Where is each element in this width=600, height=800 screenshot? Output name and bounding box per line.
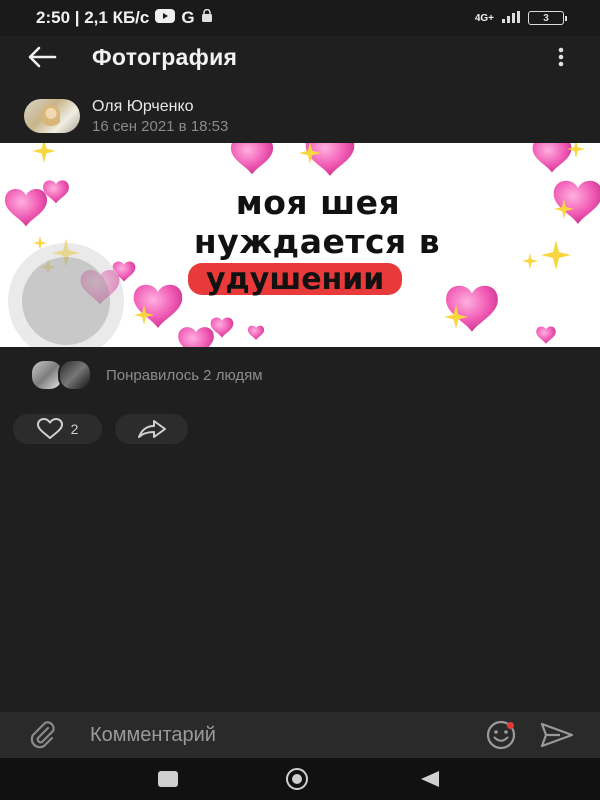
comment-bar [0,712,600,758]
system-nav-bar [0,758,600,800]
meme-text-line-1: моя шея [235,183,401,222]
comment-input[interactable] [88,722,452,748]
home-button[interactable] [286,768,308,790]
attach-button[interactable] [26,718,60,752]
share-button[interactable] [115,414,188,444]
app-bar: Фотография [0,36,600,78]
sparkle-icon [32,143,56,163]
paperclip-icon [30,721,55,749]
heart-icon [532,143,572,173]
status-time-speed: 2:50 | 2,1 КБ/с [36,8,150,27]
like-button[interactable]: 2 [13,414,102,444]
battery-icon: 3 [528,11,567,25]
liked-by-row[interactable]: Понравилось 2 людям [30,359,263,391]
share-arrow-icon [137,420,166,438]
network-label: 4G+ [474,12,494,24]
status-right: 4G+ 3 [474,10,567,26]
like-count: 2 [70,421,79,437]
heart-icon [446,285,498,332]
avatar [58,359,92,391]
heart-icon [210,317,234,338]
battery-level: 3 [543,12,549,24]
emoji-button[interactable] [484,718,518,752]
system-back-button[interactable] [421,771,439,787]
signal-icon [502,10,520,26]
author-info: Оля Юрченко 16 сен 2021 в 18:53 [92,98,228,135]
meme-text-line-2: нуждается в [193,222,441,261]
notification-dot [507,722,514,729]
heart-icon [536,326,556,344]
heart-icon [247,325,265,340]
youtube-icon [155,8,176,28]
more-options-button[interactable] [546,39,576,75]
back-button[interactable] [24,39,60,75]
avatar[interactable] [24,99,80,133]
heart-outline-icon [36,418,63,439]
post-date: 16 сен 2021 в 18:53 [92,117,229,135]
meme-text-line-3: удушении [206,261,385,297]
meme-highlight: удушении [188,261,403,297]
send-icon [540,722,574,748]
google-icon: G [181,8,195,27]
send-button[interactable] [540,718,574,752]
author-name[interactable]: Оля Юрченко [92,98,228,116]
heart-icon [305,143,355,176]
heart-icon [133,284,183,328]
lock-icon [201,8,213,28]
heart-icon [178,327,214,347]
post-author[interactable]: Оля Юрченко 16 сен 2021 в 18:53 [24,96,228,136]
arrow-left-icon [28,46,57,68]
status-left: 2:50 | 2,1 КБ/с G [36,8,213,28]
more-vertical-icon [558,47,564,67]
likes-summary: Понравилось 2 людям [106,366,263,384]
page-title: Фотография [92,43,238,70]
heart-icon [230,143,274,175]
recents-button[interactable] [158,771,178,787]
status-bar: 2:50 | 2,1 КБ/с G 4G+ 3 [0,0,600,36]
